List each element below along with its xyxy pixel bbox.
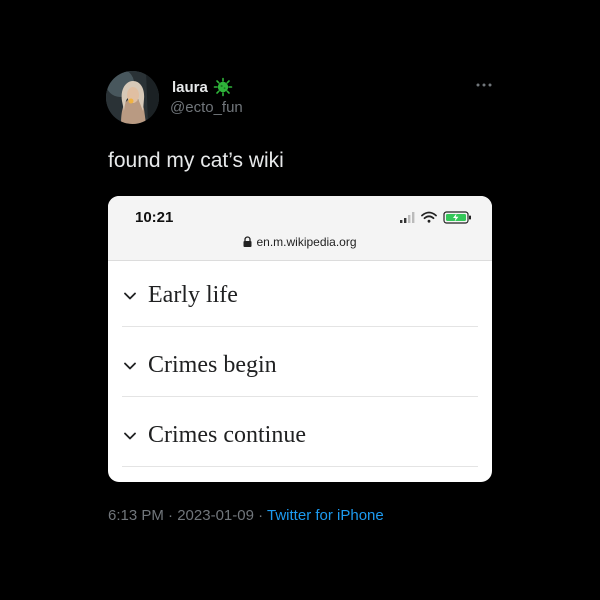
section-label: Crimes begin bbox=[148, 352, 277, 378]
tweet-date[interactable]: 2023-01-09 bbox=[177, 507, 254, 524]
meta-separator: · bbox=[253, 507, 268, 524]
section-crimes-continue[interactable]: Crimes continue bbox=[122, 401, 478, 467]
tweet-source-link[interactable]: Twitter for iPhone bbox=[267, 507, 384, 524]
tweet-time[interactable]: 6:13 PM bbox=[108, 507, 164, 524]
more-dots-icon[interactable] bbox=[474, 80, 494, 90]
signal-icon bbox=[400, 212, 415, 223]
user-handle[interactable]: @ecto_fun bbox=[170, 99, 243, 117]
lock-icon bbox=[243, 236, 252, 247]
url-text: en.m.wikipedia.org bbox=[256, 235, 357, 249]
display-name[interactable]: laura bbox=[172, 79, 208, 97]
section-crimes-begin[interactable]: Crimes begin bbox=[122, 331, 478, 397]
meta-separator: · bbox=[163, 507, 178, 524]
section-divider bbox=[122, 466, 478, 467]
chevron-down-icon bbox=[124, 362, 136, 370]
battery-charging-icon bbox=[443, 211, 471, 224]
avatar-photo bbox=[106, 71, 159, 124]
section-divider bbox=[122, 326, 478, 327]
url-bar[interactable]: en.m.wikipedia.org bbox=[108, 235, 492, 249]
section-divider bbox=[122, 396, 478, 397]
chevron-down-icon bbox=[124, 292, 136, 300]
tweet-text: found my cat’s wiki bbox=[108, 149, 284, 172]
status-time: 10:21 bbox=[135, 209, 174, 226]
phone-status-header: 10:21 en.m.wikipedia.org bbox=[108, 196, 492, 261]
chevron-down-icon bbox=[124, 432, 136, 440]
green-virus-badge-icon bbox=[213, 77, 233, 97]
section-label: Early life bbox=[148, 282, 238, 308]
tweet-metadata: 6:13 PM · 2023-01-09 · Twitter for iPhon… bbox=[108, 507, 384, 525]
status-icons bbox=[400, 211, 471, 224]
tweet-media-image[interactable]: 10:21 en.m.wikipedia.org Early life Crim… bbox=[108, 196, 492, 482]
section-early-life[interactable]: Early life bbox=[122, 261, 478, 327]
wifi-icon bbox=[421, 211, 437, 223]
avatar[interactable] bbox=[106, 71, 159, 124]
section-label: Crimes continue bbox=[148, 422, 306, 448]
